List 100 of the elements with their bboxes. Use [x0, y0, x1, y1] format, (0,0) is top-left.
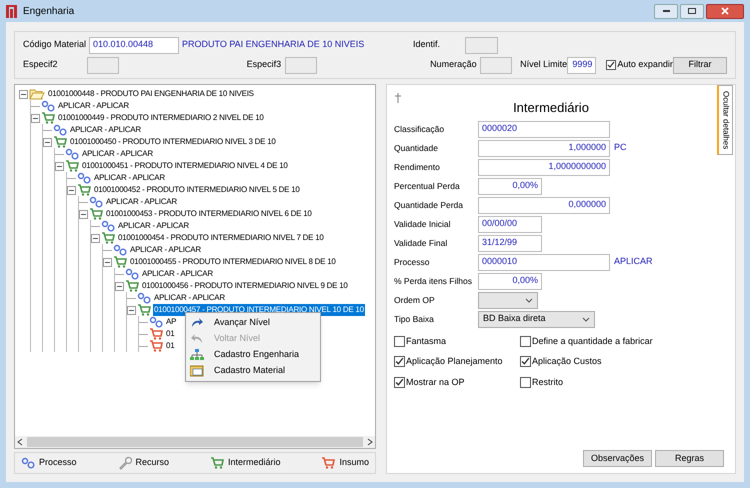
- gears-icon: [41, 100, 55, 112]
- menu-item[interactable]: Avançar Nível: [186, 315, 320, 331]
- input-field[interactable]: 1,0000000000: [478, 158, 610, 176]
- collapse-toggle[interactable]: [19, 90, 28, 98]
- cart-icon: [125, 280, 139, 292]
- input-field[interactable]: 0,00%: [478, 272, 542, 290]
- option-checkbox[interactable]: Mostrar na OP: [394, 376, 465, 389]
- collapse-toggle[interactable]: [67, 186, 76, 194]
- collapse-toggle[interactable]: [79, 210, 88, 218]
- tree-item[interactable]: 01: [165, 340, 176, 352]
- cart-icon: [137, 304, 151, 316]
- tree-item[interactable]: APLICAR - APLICAR: [105, 196, 178, 208]
- field-label: Código Material: [23, 38, 88, 52]
- close-button[interactable]: [706, 4, 744, 18]
- tree-item[interactable]: 01001000451 - PRODUTO INTERMEDIARIO NIVEL 4 DE 10: [81, 160, 289, 172]
- field-label: Numeração: [430, 58, 478, 72]
- gears-icon: [101, 220, 115, 232]
- cart-icon: [321, 457, 336, 469]
- gears-icon: [77, 172, 91, 184]
- gears-icon: [65, 148, 79, 160]
- tree-item[interactable]: APLICAR - APLICAR: [81, 148, 154, 160]
- tree-item[interactable]: APLICAR - APLICAR: [69, 124, 142, 136]
- folder-table-icon: [190, 365, 204, 377]
- input-field[interactable]: 0,00%: [478, 178, 542, 194]
- app-logo-icon: [6, 4, 19, 18]
- check-icon: [607, 61, 616, 69]
- tree-item[interactable]: APLICAR - APLICAR: [93, 172, 166, 184]
- field-label: Identif.: [413, 38, 442, 52]
- scroll-right-icon[interactable]: [367, 438, 373, 446]
- legend-label: Processo: [39, 456, 77, 470]
- tree-item[interactable]: 01: [165, 328, 176, 340]
- hierarchy-icon: [190, 349, 204, 361]
- scroll-left-icon[interactable]: [17, 438, 23, 446]
- field-label: Especif3: [246, 58, 282, 72]
- unit-label: APLICAR: [614, 255, 653, 268]
- collapse-toggle[interactable]: [55, 162, 64, 170]
- input-field[interactable]: [285, 56, 318, 74]
- option-checkbox[interactable]: Aplicação Planejamento: [394, 355, 503, 368]
- tree-item[interactable]: AP: [165, 316, 178, 328]
- action-button[interactable]: Observações: [583, 450, 652, 467]
- input-field[interactable]: 00/00/00: [478, 216, 542, 232]
- collapse-toggle[interactable]: [43, 138, 52, 146]
- hide-details-tab[interactable]: Ocultar detalhes: [717, 85, 733, 155]
- filter-button[interactable]: Filtrar: [672, 56, 727, 74]
- tree-item[interactable]: APLICAR - APLICAR: [117, 220, 190, 232]
- input-field[interactable]: 31/12/99: [478, 234, 542, 252]
- minimize-button[interactable]: [654, 4, 678, 18]
- close-icon: [721, 7, 729, 15]
- cart-icon: [113, 256, 127, 268]
- legend-label: Recurso: [136, 456, 170, 470]
- collapse-toggle[interactable]: [103, 258, 112, 266]
- input-field[interactable]: 0000010: [478, 254, 610, 270]
- collapse-toggle[interactable]: [91, 234, 100, 242]
- forward-arrow-icon: [190, 317, 204, 329]
- tree-item[interactable]: APLICAR - APLICAR: [129, 244, 202, 256]
- tree-item[interactable]: APLICAR - APLICAR: [57, 100, 130, 112]
- cart-icon: [41, 112, 55, 124]
- tree-item[interactable]: APLICAR - APLICAR: [153, 292, 226, 304]
- option-checkbox[interactable]: Aplicação Custos: [520, 355, 602, 368]
- input-field[interactable]: [86, 56, 119, 74]
- menu-item[interactable]: Cadastro Material: [186, 363, 320, 379]
- check-icon: [395, 357, 404, 366]
- menu-item[interactable]: Cadastro Engenharia: [186, 347, 320, 363]
- input-field[interactable]: 010.010.00448: [89, 36, 179, 54]
- folder-icon: [29, 88, 45, 100]
- tree-item[interactable]: 01001000450 - PRODUTO INTERMEDIARIO NIVEL 3 DE 10: [69, 136, 277, 148]
- gears-icon: [53, 124, 67, 136]
- cart-icon: [101, 232, 115, 244]
- option-checkbox[interactable]: Fantasma: [394, 334, 446, 348]
- cart-icon: [65, 160, 79, 172]
- tree-item[interactable]: APLICAR - APLICAR: [141, 268, 214, 280]
- collapse-toggle[interactable]: [115, 282, 124, 290]
- collapse-toggle[interactable]: [127, 306, 136, 314]
- maximize-button[interactable]: [680, 4, 704, 18]
- wrench-icon: [118, 456, 132, 470]
- field-label: Percentual Perda: [394, 180, 461, 192]
- tree-item[interactable]: 01001000449 - PRODUTO INTERMEDIARIO 2 NIVEL DE 10: [57, 112, 265, 124]
- dropdown[interactable]: BD Baixa direta: [478, 310, 595, 328]
- input-field[interactable]: 9999: [567, 56, 596, 74]
- tree-item[interactable]: 01001000455 - PRODUTO INTERMEDIARIO NIVEL 8 DE 10: [129, 256, 337, 268]
- field-label: Tipo Baixa: [394, 312, 435, 326]
- tree-item[interactable]: 01001000456 - PRODUTO INTERMEDIARIO NIVEL 9 DE 10: [141, 280, 349, 292]
- auto-expand-checkbox[interactable]: Auto expandir: [606, 58, 673, 72]
- tree-item[interactable]: 01001000453 - PRODUTO INTERMEDIARIO NIVEL 6 DE 10: [105, 208, 313, 220]
- field-label: Validade Final: [394, 236, 448, 250]
- input-field[interactable]: 1,000000: [478, 140, 610, 156]
- tree-item[interactable]: 01001000448 - PRODUTO PAI ENGENHARIA DE 10 NIVEIS: [47, 88, 255, 100]
- window-title: Engenharia: [23, 4, 74, 18]
- action-button[interactable]: Regras: [655, 450, 724, 467]
- input-field[interactable]: [465, 36, 498, 54]
- field-label: Rendimento: [394, 160, 441, 174]
- horizontal-scrollbar[interactable]: [15, 436, 375, 448]
- input-field[interactable]: 0000020: [478, 120, 610, 138]
- tree-item[interactable]: 01001000454 - PRODUTO INTERMEDIARIO NIVEL 7 DE 10: [117, 232, 325, 244]
- option-checkbox[interactable]: Define a quantidade a fabricar: [520, 334, 653, 348]
- input-field[interactable]: 0,000000: [478, 196, 610, 214]
- tree-item[interactable]: 01001000452 - PRODUTO INTERMEDIARIO NIVEL 5 DE 10: [93, 184, 301, 196]
- input-field[interactable]: [480, 56, 512, 74]
- option-checkbox[interactable]: Restrito: [520, 376, 564, 389]
- collapse-toggle[interactable]: [31, 114, 40, 122]
